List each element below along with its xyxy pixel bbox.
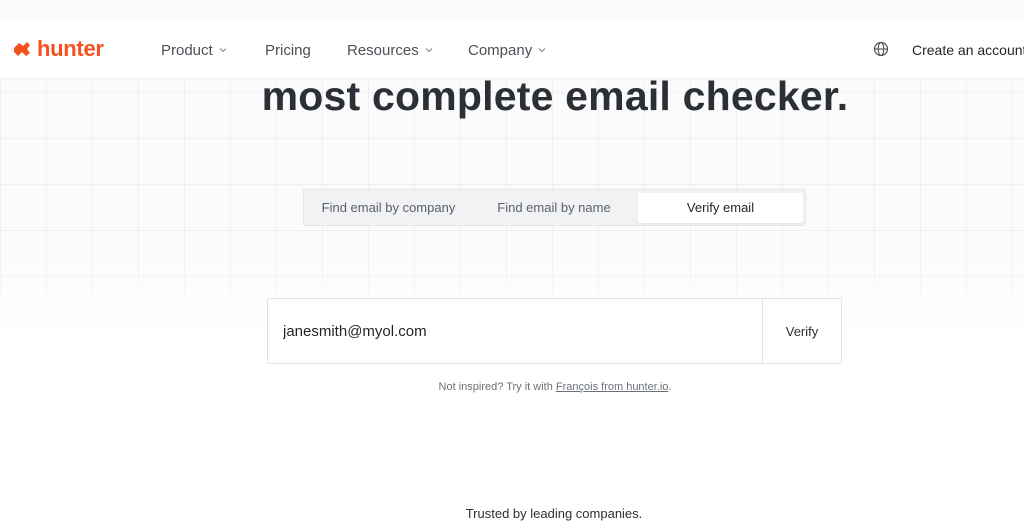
- tab-verify-email[interactable]: Verify email: [638, 193, 803, 223]
- try-example-hint: Not inspired? Try it with François from …: [0, 381, 1024, 393]
- hero-headline: most complete email checker.: [261, 73, 849, 119]
- nav-company-label: Company: [468, 41, 533, 59]
- chevron-down-icon: [219, 48, 227, 53]
- search-mode-tabs: Find email by company Find email by name…: [303, 189, 806, 226]
- hunter-logo-icon: [14, 42, 30, 56]
- globe-icon[interactable]: [873, 41, 889, 57]
- hint-suffix: .: [668, 381, 672, 393]
- nav-resources-label: Resources: [347, 41, 419, 59]
- logo-text: hunter: [37, 36, 104, 61]
- nav-resources[interactable]: Resources: [347, 40, 434, 60]
- nav-product[interactable]: Product: [161, 40, 228, 60]
- tab-find-email-by-name[interactable]: Find email by name: [474, 193, 634, 223]
- example-link[interactable]: François from hunter.io: [556, 381, 669, 393]
- trusted-by-heading: Trusted by leading companies.: [465, 506, 643, 521]
- nav-company[interactable]: Company: [468, 40, 547, 60]
- nav-pricing[interactable]: Pricing: [265, 40, 311, 60]
- header-top-edge: [0, 0, 1024, 20]
- hunter-logo[interactable]: hunter: [12, 36, 104, 61]
- site-header: hunter Product Pricing Resources Company: [0, 20, 1024, 78]
- chevron-down-icon: [425, 48, 433, 53]
- verify-button[interactable]: Verify: [762, 299, 841, 363]
- tab-find-email-by-company[interactable]: Find email by company: [306, 193, 471, 223]
- email-input[interactable]: [268, 299, 762, 363]
- verify-email-form: Verify: [267, 298, 842, 364]
- create-account-link[interactable]: Create an account: [912, 42, 1024, 58]
- nav-product-label: Product: [161, 41, 213, 59]
- nav-pricing-label: Pricing: [265, 41, 311, 59]
- page: hunter Product Pricing Resources Company…: [0, 0, 1024, 524]
- chevron-down-icon: [538, 48, 546, 53]
- hint-prefix: Not inspired? Try it with: [438, 381, 556, 393]
